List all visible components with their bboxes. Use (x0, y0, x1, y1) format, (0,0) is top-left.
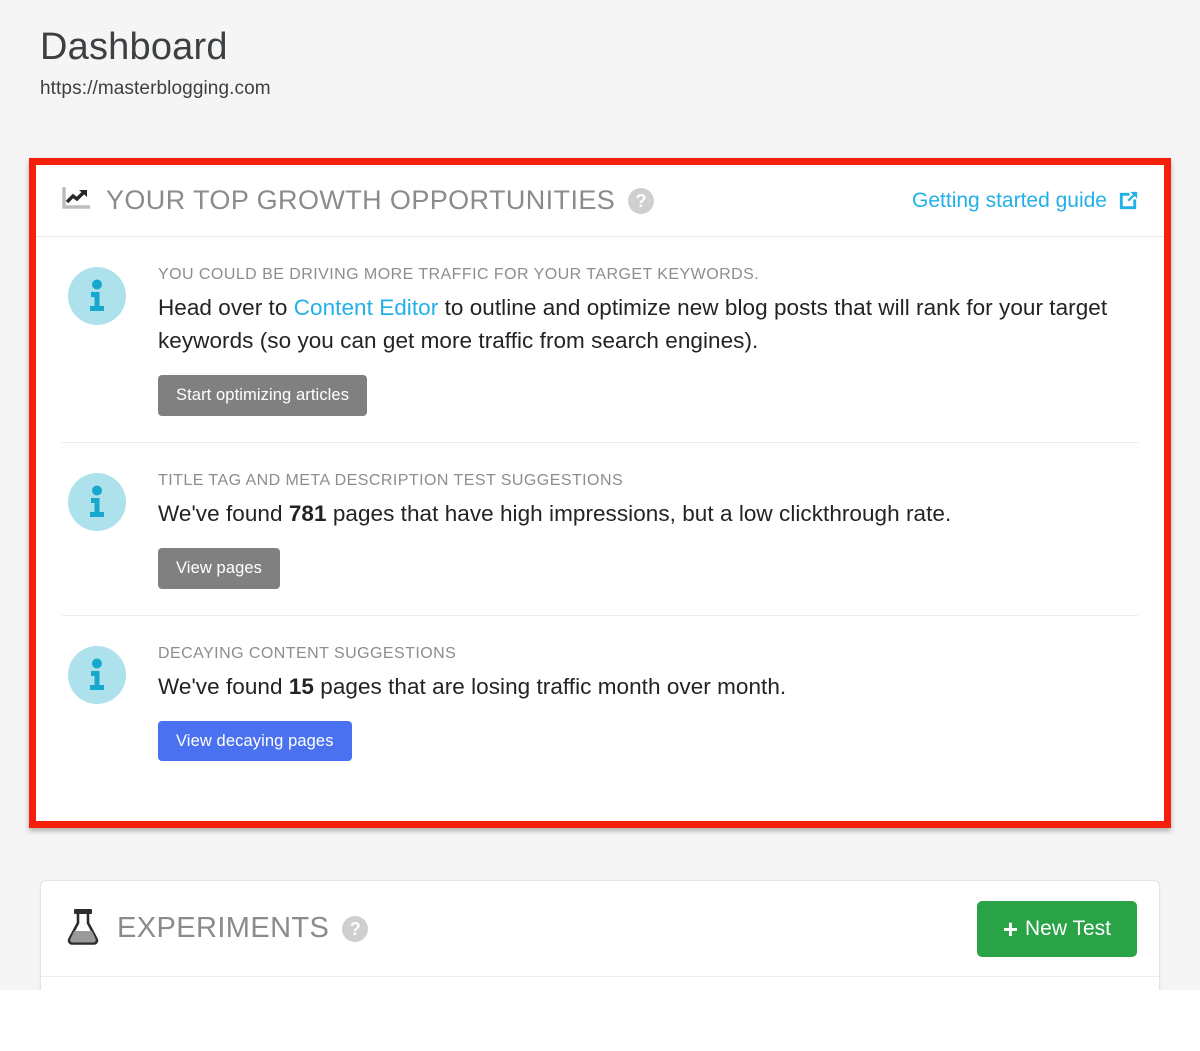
opportunity-body: YOU COULD BE DRIVING MORE TRAFFIC FOR YO… (158, 265, 1138, 416)
experiments-header: EXPERIMENTS ? + New Test (41, 881, 1159, 977)
page-header: Dashboard https://masterblogging.com (0, 0, 1200, 100)
opportunity-text: We've found 15 pages that are losing tra… (158, 670, 1138, 703)
line-chart-up-icon (62, 185, 92, 216)
external-link-icon (1117, 189, 1140, 212)
info-icon (68, 645, 126, 704)
opportunity-text-before-link: Head over to (158, 295, 294, 321)
growth-opportunities-highlight: YOUR TOP GROWTH OPPORTUNITIES ? Getting … (29, 158, 1171, 828)
view-pages-button[interactable]: View pages (158, 548, 281, 589)
opportunity-text-after-value: pages that are losing traffic month over… (313, 673, 787, 699)
growth-card-header: YOUR TOP GROWTH OPPORTUNITIES ? Getting … (36, 165, 1164, 237)
opportunity-page-count: 781 (288, 501, 327, 526)
view-decaying-pages-button[interactable]: View decaying pages (158, 720, 352, 762)
help-icon[interactable]: ? (628, 187, 655, 214)
flask-icon (65, 906, 101, 951)
opportunity-body: DECAYING CONTENT SUGGESTIONS We've found… (158, 644, 1138, 762)
opportunity-text-before-value: We've found (158, 673, 289, 699)
new-test-button[interactable]: + New Test (976, 900, 1137, 957)
experiments-title: EXPERIMENTS (117, 912, 330, 944)
help-icon[interactable]: ? (342, 915, 369, 942)
opportunity-text-after-value: pages that have high impressions, but a … (326, 501, 952, 526)
page-bottom-area (0, 990, 1200, 1051)
opportunity-text-before-value: We've found (158, 501, 289, 526)
opportunity-text: Head over to Content Editor to outline a… (158, 291, 1138, 357)
content-editor-link[interactable]: Content Editor (294, 295, 439, 320)
growth-opportunities-card: YOUR TOP GROWTH OPPORTUNITIES ? Getting … (36, 165, 1164, 821)
info-icon (68, 472, 126, 531)
opportunity-page-count: 15 (288, 673, 314, 699)
plus-icon: + (1002, 913, 1019, 944)
opportunity-kicker: TITLE TAG AND META DESCRIPTION TEST SUGG… (158, 471, 624, 489)
opportunity-text: We've found 781 pages that have high imp… (158, 497, 1138, 530)
opportunity-row-decaying-content: DECAYING CONTENT SUGGESTIONS We've found… (62, 616, 1138, 788)
opportunity-kicker: YOU COULD BE DRIVING MORE TRAFFIC FOR YO… (158, 266, 760, 283)
info-icon (68, 267, 126, 325)
getting-started-guide-label: Getting started guide (912, 188, 1107, 212)
opportunity-body: TITLE TAG AND META DESCRIPTION TEST SUGG… (158, 471, 1138, 589)
start-optimizing-articles-button[interactable]: Start optimizing articles (158, 375, 368, 416)
opportunity-kicker: DECAYING CONTENT SUGGESTIONS (158, 644, 457, 662)
getting-started-guide-link[interactable]: Getting started guide (912, 189, 1140, 213)
growth-card-title: YOUR TOP GROWTH OPPORTUNITIES (106, 185, 616, 215)
site-url: https://masterblogging.com (40, 77, 271, 99)
page-title: Dashboard (40, 26, 228, 68)
opportunities-list: YOU COULD BE DRIVING MORE TRAFFIC FOR YO… (36, 237, 1164, 787)
experiments-header-left: EXPERIMENTS ? (65, 906, 369, 951)
new-test-label: New Test (1025, 917, 1111, 940)
opportunity-row-content-editor: YOU COULD BE DRIVING MORE TRAFFIC FOR YO… (62, 237, 1138, 443)
opportunity-row-title-tag: TITLE TAG AND META DESCRIPTION TEST SUGG… (62, 443, 1138, 616)
growth-card-header-left: YOUR TOP GROWTH OPPORTUNITIES ? (62, 185, 655, 216)
